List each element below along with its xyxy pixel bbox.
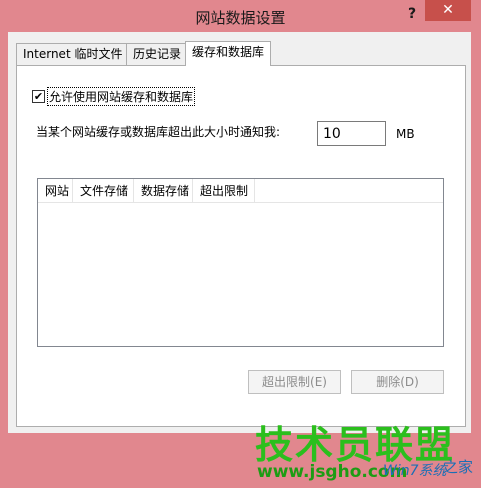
column-file-storage[interactable]: 文件存储 (73, 179, 134, 203)
watermark-home-text: 之家 (443, 458, 474, 476)
close-button[interactable]: ✕ (425, 0, 471, 21)
column-data-storage[interactable]: 数据存储 (134, 179, 193, 203)
help-button[interactable]: ? (397, 3, 427, 25)
allow-cache-label[interactable]: 允许使用网站缓存和数据库 (46, 86, 196, 106)
allow-cache-checkbox-row[interactable]: ✔ 允许使用网站缓存和数据库 (32, 86, 196, 106)
exceed-limit-button[interactable]: 超出限制(E) (248, 370, 341, 394)
dialog-client-area: Internet 临时文件 历史记录 缓存和数据库 ✔ 允许使用网站缓存和数据库… (8, 32, 471, 433)
delete-button[interactable]: 删除(D) (351, 370, 444, 394)
close-icon: ✕ (442, 2, 454, 18)
checkmark-icon: ✔ (33, 89, 44, 103)
list-header: 网站 文件存储 数据存储 超出限制 (38, 179, 443, 203)
watermark-win-text: Win7系统 (383, 463, 447, 479)
tab-history[interactable]: 历史记录 (126, 43, 189, 65)
site-watermark: 技术员联盟 www.jsgho.com Win7系统 之家 (255, 414, 475, 486)
title-bar[interactable]: 网站数据设置 ? ✕ (0, 0, 481, 34)
tab-cache-and-databases[interactable]: 缓存和数据库 (185, 41, 272, 66)
notify-size-label: 当某个网站缓存或数据库超出此大小时通知我: (36, 125, 281, 139)
allow-cache-checkbox[interactable]: ✔ (32, 89, 45, 103)
dialog-window: 网站数据设置 ? ✕ Internet 临时文件 历史记录 缓存和数据库 ✔ 允… (0, 0, 481, 488)
size-unit-label: MB (396, 127, 415, 141)
column-website[interactable]: 网站 (38, 179, 73, 203)
website-list[interactable]: 网站 文件存储 数据存储 超出限制 (37, 178, 444, 347)
tab-internet-temp-files[interactable]: Internet 临时文件 (16, 43, 130, 65)
size-limit-input[interactable] (317, 121, 386, 146)
column-exceeds-limit[interactable]: 超出限制 (193, 179, 255, 203)
